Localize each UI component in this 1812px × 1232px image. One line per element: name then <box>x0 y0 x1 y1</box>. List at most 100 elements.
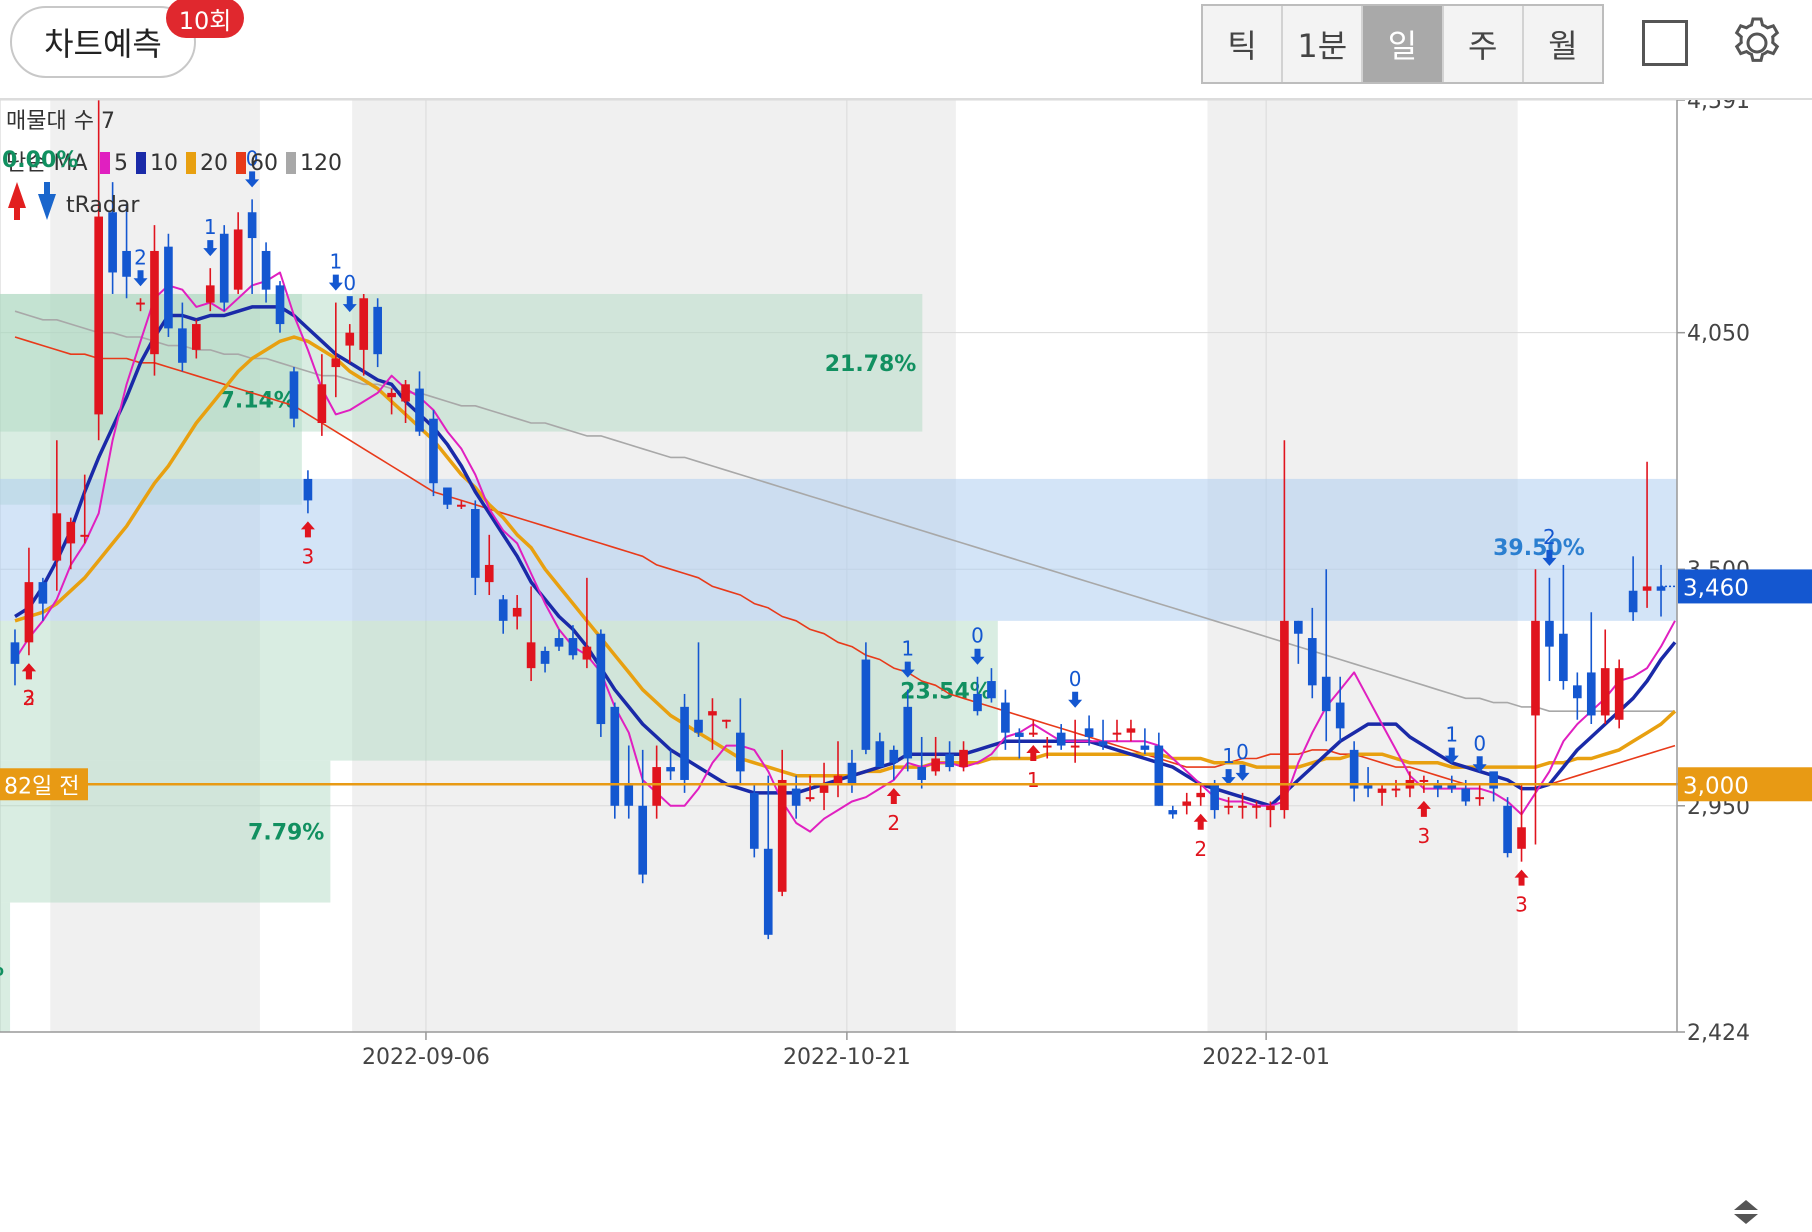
signal-label: 1 <box>1027 768 1040 792</box>
candle-body <box>484 564 494 583</box>
square-icon[interactable] <box>1642 20 1688 66</box>
y-tick-label: 2,424 <box>1687 1021 1750 1046</box>
ma-legend-label: 60 <box>250 151 278 176</box>
radar-signal: 1 <box>1444 723 1459 764</box>
ma-legend-items: 5 10 20 60 120 <box>100 151 342 176</box>
candle-body <box>331 358 341 368</box>
candle-body <box>219 233 229 303</box>
candle-body <box>1015 732 1024 737</box>
candle-body <box>791 788 801 806</box>
candle-body <box>903 706 913 759</box>
radar-signal: 0 <box>1472 731 1487 773</box>
candle-body <box>1210 784 1219 811</box>
signal-label: 1 <box>204 215 217 239</box>
candle-body <box>1391 788 1401 791</box>
period-selector: 틱 1분 일 주 월 <box>1201 4 1604 84</box>
tab-1min[interactable]: 1분 <box>1283 6 1364 82</box>
ma-legend-item: 5 <box>100 151 128 176</box>
candle-body <box>1140 745 1150 750</box>
tab-tick[interactable]: 틱 <box>1203 6 1284 82</box>
candle-body <box>1252 805 1261 808</box>
candle-body <box>917 767 927 780</box>
candle <box>1503 797 1512 858</box>
candle-body <box>1489 771 1498 789</box>
candle-body <box>638 805 648 875</box>
radar-signal: 0 <box>1235 740 1250 781</box>
candle-body <box>1112 732 1122 735</box>
candle-body <box>24 582 34 643</box>
gear-icon[interactable] <box>1728 14 1786 72</box>
candle-body <box>554 638 564 647</box>
candle-body <box>861 659 871 750</box>
candle-body <box>652 767 661 806</box>
candle-body <box>1628 590 1638 613</box>
radar-signal: 0 <box>970 624 985 665</box>
ma-legend-swatch <box>286 152 296 174</box>
candle-body <box>1154 745 1164 806</box>
signal-label: 0 <box>1236 740 1249 764</box>
candle-body <box>736 732 745 772</box>
candle-body <box>512 607 522 617</box>
tab-day[interactable]: 일 <box>1363 6 1444 82</box>
candle-body <box>847 762 857 785</box>
candle-body <box>666 767 675 772</box>
signal-label: 2 <box>134 245 147 269</box>
candle-body <box>10 642 20 664</box>
candle-body <box>1656 586 1666 591</box>
reference-label: 82일 전 <box>4 774 79 799</box>
ma-legend-label: 5 <box>114 151 128 176</box>
candle <box>289 367 299 428</box>
resize-handle-icon[interactable] <box>1734 1200 1758 1224</box>
candle-body <box>540 650 550 664</box>
candle-body <box>1531 620 1540 716</box>
volume-profile-label: 매물대 수 7 <box>6 109 115 134</box>
candle-body <box>624 784 634 806</box>
candle-body <box>1001 702 1010 733</box>
candle-body <box>1517 827 1526 849</box>
volume-zone-label: 21.78% <box>825 352 917 377</box>
candle-body <box>150 250 159 355</box>
candle-body <box>1280 620 1289 811</box>
ma-legend-label: 20 <box>200 151 228 176</box>
candle-body <box>889 749 899 763</box>
candle <box>1614 659 1624 729</box>
candle <box>596 629 606 737</box>
tab-week[interactable]: 주 <box>1443 6 1524 82</box>
ma-legend-item: 120 <box>286 151 342 176</box>
candle-body <box>1559 633 1568 682</box>
radar-signal: 2 <box>133 245 148 287</box>
radar-signal: 1 <box>328 250 343 291</box>
candle-body <box>1600 668 1610 716</box>
candle-body <box>973 693 982 712</box>
price-chart[interactable]: 21.78%7.14%39.50%23.54%7.79%0.25% 322103… <box>0 100 1812 1232</box>
candle <box>749 784 759 858</box>
signal-label: 0 <box>1473 731 1486 755</box>
x-tick-label: 2022-12-01 <box>1202 1045 1330 1070</box>
candle-body <box>1182 801 1192 806</box>
radar-signal: 0 <box>342 271 357 313</box>
candle-body <box>1614 668 1624 720</box>
candle-body <box>833 775 843 785</box>
candle-body <box>470 509 480 578</box>
top-left-percent: 0.00% <box>2 148 78 173</box>
candle-body <box>233 229 243 290</box>
candle-body <box>819 784 829 793</box>
signal-label: 3 <box>302 544 315 568</box>
candle-body <box>275 285 285 325</box>
candle-body <box>178 328 187 363</box>
signal-label: 0 <box>971 624 984 648</box>
candle-body <box>401 384 410 402</box>
ma-legend-item: 10 <box>136 151 178 176</box>
candle-body <box>317 384 327 423</box>
candle-body <box>1349 749 1359 789</box>
radar-signal: 2 <box>21 663 36 710</box>
candle-body <box>568 638 578 656</box>
x-axis: 2022-09-06 2022-10-21 2022-12-01 <box>0 1031 1758 1224</box>
candle-body <box>1028 732 1038 735</box>
ma-legend-swatch <box>236 152 246 174</box>
ma-legend-swatch <box>186 152 196 174</box>
candle-body <box>596 633 606 725</box>
tab-month[interactable]: 월 <box>1523 6 1603 82</box>
signal-label: 3 <box>1515 893 1528 917</box>
candle-body <box>457 504 466 507</box>
